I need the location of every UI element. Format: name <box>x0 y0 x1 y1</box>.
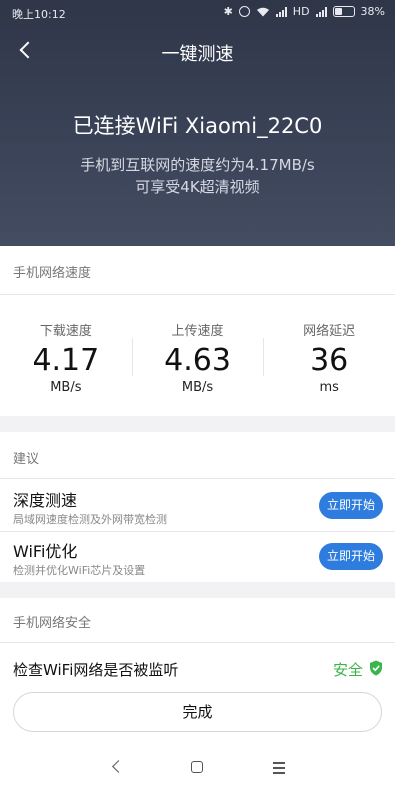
battery-icon <box>332 6 355 17</box>
signal-icon <box>275 6 287 17</box>
video-line: 可享受4K超清视频 <box>135 178 260 196</box>
start-wifi-optimize-button[interactable]: 立即开始 <box>319 543 383 570</box>
suggestion-title: WiFi优化 <box>13 542 78 561</box>
network-type: HD <box>292 5 310 18</box>
security-check-row: 检查WiFi网络是否被监听 安全 <box>0 648 395 688</box>
suggestion-deep-test: 深度测速 局域网速度检测及外网带宽检测 立即开始 <box>0 480 395 532</box>
suggestion-wifi-optimize: WiFi优化 检测并优化WiFi芯片及设置 立即开始 <box>0 531 395 583</box>
metric-unit: ms <box>319 380 339 395</box>
status-bar: 晚上10:12 ✱ HD 38% <box>0 0 395 26</box>
divider <box>0 294 395 295</box>
divider <box>0 478 395 479</box>
security-heading: 手机网络安全 <box>13 616 92 631</box>
suggestions-heading: 建议 <box>13 452 40 467</box>
security-check-label: 检查WiFi网络是否被监听 <box>13 661 179 679</box>
system-nav-bar <box>0 744 395 790</box>
speed-section-heading: 手机网络速度 <box>13 266 92 281</box>
status-icons: ✱ HD 38% <box>224 5 385 18</box>
metric-label: 网络延迟 <box>303 324 356 339</box>
alarm-icon <box>238 6 250 17</box>
battery-level: 38% <box>360 5 385 18</box>
suggestion-desc: 检测并优化WiFi芯片及设置 <box>13 564 146 577</box>
speed-summary: 手机到互联网的速度约为4.17MB/s 可享受4K超清视频 <box>0 154 395 198</box>
metric-value: 4.63 <box>164 343 231 378</box>
nav-home-icon[interactable] <box>191 761 203 773</box>
title-bar: 一键测速 <box>0 30 395 70</box>
metric-download: 下载速度 4.17 MB/s <box>0 296 132 414</box>
metric-latency: 网络延迟 36 ms <box>263 296 395 414</box>
shield-check-icon <box>370 660 382 676</box>
start-deep-test-button[interactable]: 立即开始 <box>319 492 383 519</box>
metric-label: 下载速度 <box>39 324 92 339</box>
speed-metrics: 下载速度 4.17 MB/s 上传速度 4.63 MB/s 网络延迟 36 ms <box>0 296 395 414</box>
done-button[interactable]: 完成 <box>13 692 382 732</box>
security-status: 安全 <box>332 661 363 679</box>
connection-status: 已连接WiFi Xiaomi_22C0 <box>72 114 323 138</box>
nav-back-icon[interactable] <box>108 758 126 776</box>
metric-label: 上传速度 <box>171 324 224 339</box>
suggestion-title: 深度测速 <box>13 491 78 510</box>
bluetooth-icon: ✱ <box>223 5 233 18</box>
page-title: 一键测速 <box>161 44 234 65</box>
nav-menu-icon[interactable] <box>270 758 288 776</box>
speed-line: 手机到互联网的速度约为4.17MB/s <box>80 156 315 174</box>
status-time: 晚上10:12 <box>12 8 66 21</box>
metric-unit: MB/s <box>50 380 82 395</box>
suggestion-desc: 局域网速度检测及外网带宽检测 <box>13 513 167 526</box>
wifi-icon <box>256 7 269 16</box>
header-panel: 晚上10:12 ✱ HD 38% 一键测速 已连接WiFi Xiaomi_22C… <box>0 0 395 246</box>
metric-upload: 上传速度 4.63 MB/s <box>131 296 264 414</box>
metric-unit: MB/s <box>181 380 214 395</box>
divider <box>0 642 395 643</box>
metric-value: 4.17 <box>32 343 100 378</box>
metric-value: 36 <box>310 343 349 378</box>
signal-icon-2 <box>315 6 327 17</box>
